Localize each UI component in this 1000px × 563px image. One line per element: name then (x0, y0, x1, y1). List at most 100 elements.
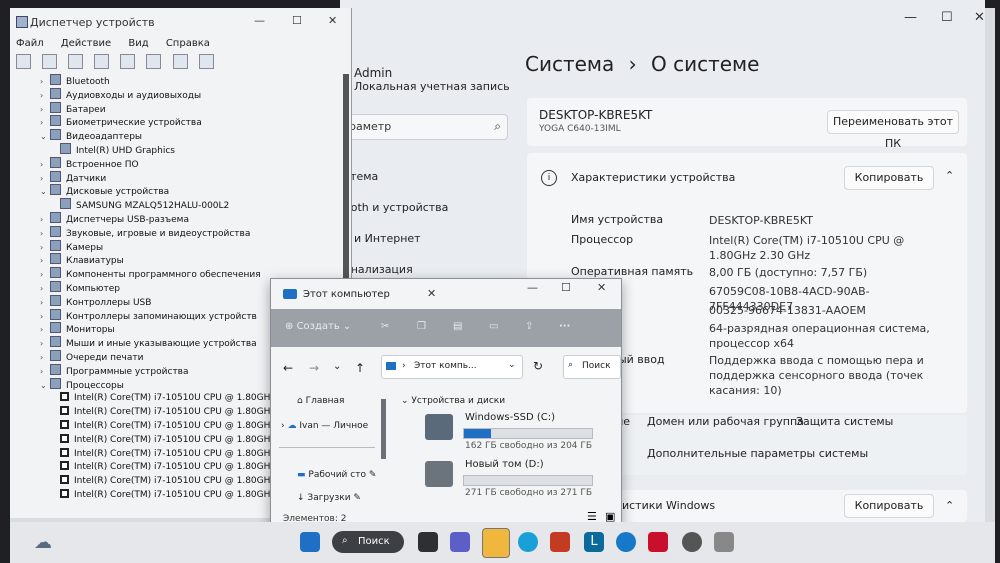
paste-icon[interactable]: ▤ (453, 321, 462, 332)
device-category[interactable]: ⌄ Процессоры (40, 377, 124, 393)
rename-icon[interactable]: ▭ (489, 321, 498, 332)
up-icon[interactable]: ↑ (355, 361, 365, 375)
device-category[interactable]: › Мониторы (40, 322, 115, 336)
device-category[interactable]: › Очереди печати (40, 350, 143, 364)
explorer-search-input[interactable]: ⌕ Поиск (563, 355, 621, 379)
properties-icon[interactable] (68, 54, 84, 69)
scrollbar[interactable] (381, 399, 386, 459)
create-button[interactable]: ⊕ Создать ⌄ (285, 321, 351, 332)
forward-icon[interactable] (42, 54, 58, 69)
teams-icon[interactable] (450, 532, 470, 552)
store-icon[interactable] (550, 532, 570, 552)
device-item[interactable]: Intel(R) Core(TM) i7-10510U CPU @ 1.80GH… (60, 419, 275, 433)
chevron-down-icon[interactable]: ⌄ (40, 130, 50, 144)
device-item[interactable]: Intel(R) Core(TM) i7-10510U CPU @ 1.80GH… (60, 433, 275, 447)
device-category[interactable]: › Биометрические устройства (40, 115, 202, 129)
device-category[interactable]: › Контроллеры USB (40, 294, 151, 309)
device-manager-taskbar-icon[interactable] (714, 532, 734, 552)
section-header[interactable]: ⌄ Устройства и диски (401, 396, 505, 406)
weather-cloud-icon[interactable]: ☁ (34, 532, 52, 553)
more-icon[interactable]: ··· (559, 321, 570, 332)
device-category[interactable]: › Компоненты программного обеспечения (40, 267, 261, 281)
help-icon[interactable] (120, 54, 136, 69)
device-item[interactable]: Intel(R) Core(TM) i7-10510U CPU @ 1.80GH… (60, 460, 275, 474)
nav-item-personalization[interactable]: онализация (344, 263, 413, 276)
device-category[interactable]: › Компьютер (40, 281, 120, 295)
refresh-icon[interactable]: ↻ (533, 359, 543, 373)
taskbar-search[interactable]: ⌕ Поиск (332, 531, 404, 553)
device-category[interactable]: › Мыши и иные указывающие устройства (40, 336, 257, 350)
copy-specs-button[interactable]: Копировать (844, 166, 934, 190)
monitor-icon[interactable] (198, 54, 214, 69)
cortana-icon[interactable] (616, 532, 636, 552)
nav-item-bluetooth[interactable]: ooth и устройства (344, 201, 448, 214)
settings-search-input[interactable]: раметр ⌕ (344, 114, 508, 140)
device-item[interactable]: Intel(R) Core(TM) i7-10510U CPU @ 1.80GH… (60, 391, 275, 405)
close-icon[interactable]: ✕ (974, 10, 985, 25)
device-category[interactable]: › Батареи (40, 101, 106, 116)
task-view-icon[interactable] (418, 532, 438, 552)
device-category[interactable]: ⌄ Видеоадаптеры (40, 129, 142, 143)
grid-icon[interactable] (146, 54, 162, 69)
mcafee-icon[interactable] (648, 532, 668, 552)
chevron-down-icon[interactable]: ⌄ (333, 361, 341, 372)
update-driver-icon[interactable] (172, 54, 188, 69)
nav-downloads[interactable]: ↓ Загрузки ✎ (297, 493, 361, 503)
nav-desktop[interactable]: ▬ Рабочий сто ✎ (297, 470, 376, 480)
device-item[interactable]: SAMSUNG MZALQ512HALU-000L2 (60, 198, 229, 212)
file-explorer-icon[interactable] (482, 528, 510, 558)
advanced-system-settings-link[interactable]: Дополнительные параметры системы (647, 447, 868, 460)
address-bar[interactable]: › Этот компь... ⌄ (381, 355, 523, 379)
minimize-icon[interactable]: — (904, 10, 917, 25)
domain-workgroup-link[interactable]: Домен или рабочая группа (647, 415, 804, 428)
menu-view[interactable]: Вид (128, 38, 148, 49)
close-tab-icon[interactable]: ✕ (427, 287, 436, 300)
chevron-down-icon[interactable]: ⌄ (40, 185, 50, 199)
breadcrumb-parent[interactable]: Система (525, 52, 614, 76)
device-category[interactable]: › Диспетчеры USB-разъема (40, 212, 189, 226)
device-item[interactable]: Intel(R) Core(TM) i7-10510U CPU @ 1.80GH… (60, 447, 275, 461)
back-icon[interactable]: ← (283, 361, 293, 375)
start-icon[interactable] (300, 532, 320, 552)
rename-pc-button[interactable]: Переименовать этот ПК (827, 110, 959, 150)
back-icon[interactable] (16, 54, 31, 69)
close-icon[interactable]: ✕ (597, 281, 606, 294)
device-category[interactable]: › Аудиовходы и аудиовыходы (40, 87, 201, 102)
device-item[interactable]: Intel(R) UHD Graphics (60, 143, 175, 157)
system-protection-link[interactable]: Защита системы (796, 415, 893, 428)
settings-gear-icon[interactable] (682, 532, 702, 552)
menu-file[interactable]: Файл (16, 38, 44, 49)
device-item[interactable]: Intel(R) Core(TM) i7-10510U CPU @ 1.80GH… (60, 474, 275, 488)
device-category[interactable]: › Датчики (40, 170, 106, 185)
list-icon[interactable] (94, 54, 110, 69)
menu-help[interactable]: Справка (166, 38, 210, 49)
nav-home[interactable]: ⌂ Главная (297, 396, 344, 406)
device-category[interactable]: › Контроллеры запоминающих устройств (40, 308, 257, 323)
nav-item-network[interactable]: ь и Интернет (344, 232, 421, 245)
minimize-icon[interactable]: — (254, 14, 265, 27)
device-category[interactable]: › Клавиатуры (40, 253, 124, 267)
device-category[interactable]: › Встроенное ПО (40, 156, 139, 171)
chevron-down-icon[interactable]: ⌄ (508, 360, 516, 370)
maximize-icon[interactable]: ☐ (561, 281, 571, 294)
copy-icon[interactable]: ❐ (417, 321, 426, 332)
device-item[interactable]: Intel(R) Core(TM) i7-10510U CPU @ 1.80GH… (60, 488, 275, 502)
device-category[interactable]: › Программные устройства (40, 363, 189, 378)
device-category[interactable]: › Звуковые, игровые и видеоустройства (40, 225, 250, 240)
device-category[interactable]: ⌄ Дисковые устройства (40, 184, 169, 198)
minimize-icon[interactable]: — (527, 281, 538, 294)
cut-icon[interactable]: ✂ (381, 321, 389, 332)
nav-onedrive[interactable]: › ☁ Ivan — Личное (281, 421, 368, 431)
device-item[interactable]: Intel(R) Core(TM) i7-10510U CPU @ 1.80GH… (60, 405, 275, 419)
edge-icon[interactable] (518, 532, 538, 552)
device-category[interactable]: › Bluetooth (40, 74, 110, 88)
chevron-up-icon[interactable]: ⌃ (945, 499, 954, 512)
chevron-down-icon[interactable]: ⌄ (40, 379, 50, 393)
device-category[interactable]: › Камеры (40, 239, 103, 254)
copy-windows-specs-button[interactable]: Копировать (844, 494, 934, 518)
maximize-icon[interactable]: ☐ (941, 10, 953, 25)
lenovo-l-icon[interactable]: L (584, 532, 604, 552)
forward-icon[interactable]: → (309, 361, 319, 375)
menu-action[interactable]: Действие (61, 38, 111, 49)
maximize-icon[interactable]: ☐ (292, 14, 302, 27)
